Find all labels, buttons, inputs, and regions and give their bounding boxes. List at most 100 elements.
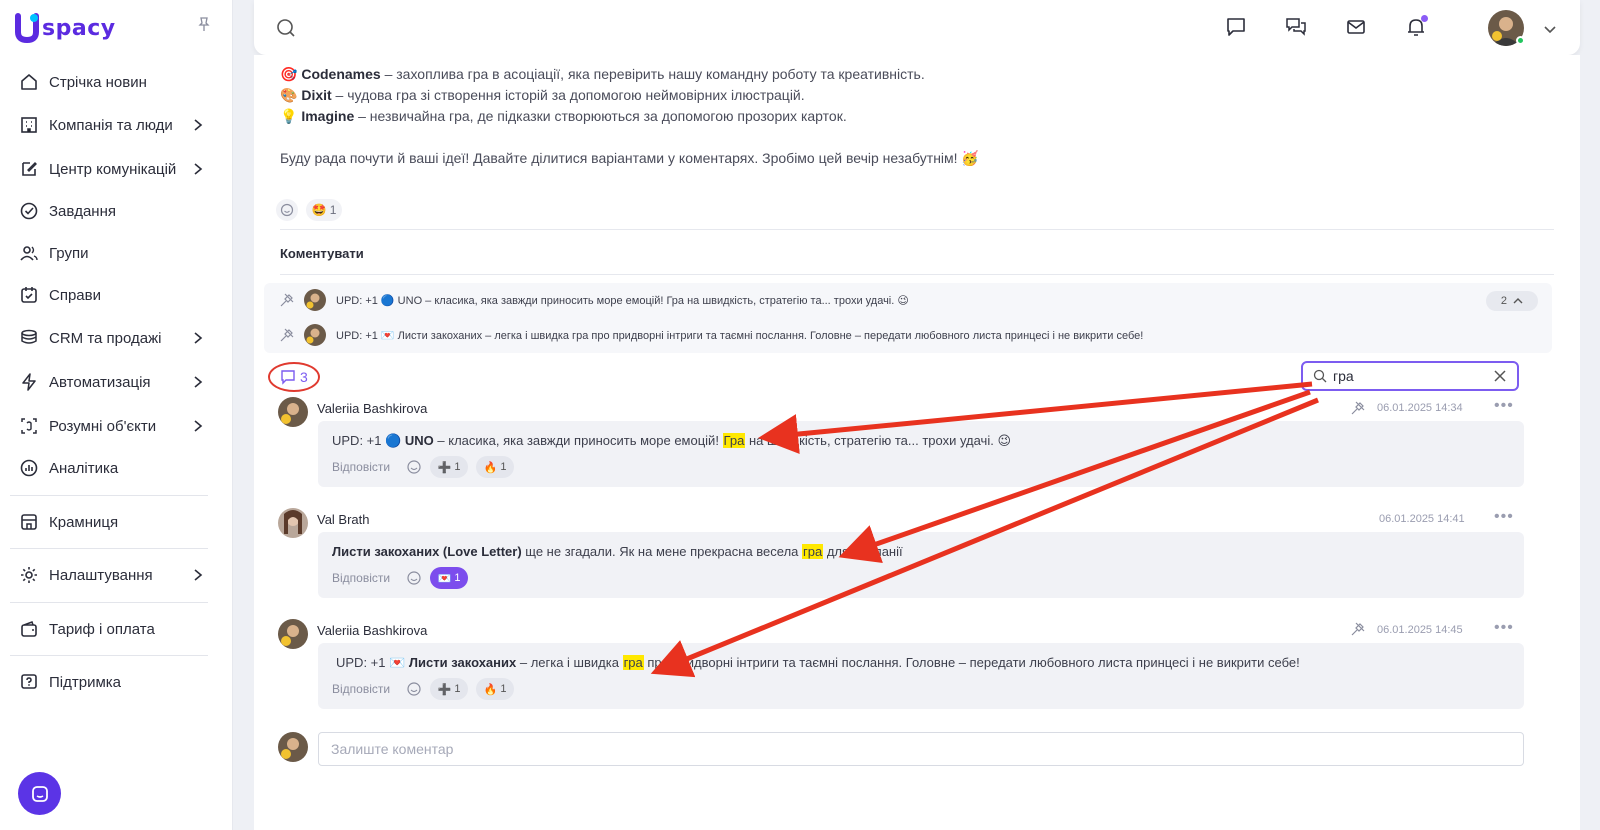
reply-button[interactable]: Відповісти <box>332 460 390 474</box>
comment-author[interactable]: Valeriia Bashkirova <box>317 623 427 638</box>
reaction-chip[interactable]: ➕ 1 <box>430 456 468 478</box>
mail-icon[interactable] <box>1344 15 1368 39</box>
more-options-button[interactable]: ••• <box>1494 397 1514 415</box>
comment-bold: Листи закоханих (Love Letter) <box>332 544 522 559</box>
sidebar-item-company-people[interactable]: Компанія та люди <box>10 107 215 143</box>
comment-bubble: UPD: +1 🔵 UNO – класика, яка завжди прин… <box>318 421 1524 487</box>
sidebar-item-communications[interactable]: Центр комунікацій <box>10 151 215 187</box>
comment-text: UPD: +1 🔵 UNO – класика, яка завжди прин… <box>332 433 1011 449</box>
pin-icon[interactable] <box>1351 401 1365 415</box>
logo[interactable]: spacy <box>14 12 116 44</box>
add-reaction-icon[interactable] <box>406 570 422 586</box>
search-match-highlight: Гра <box>722 433 746 448</box>
game-title: Codenames <box>301 66 381 82</box>
reaction-chip[interactable]: 🔥 1 <box>476 456 514 478</box>
post-line: 💡 Imagine – незвичайна гра, де підказки … <box>280 108 847 125</box>
avatar[interactable] <box>278 619 308 649</box>
reply-button[interactable]: Відповісти <box>332 571 390 585</box>
reaction-chip-active[interactable]: 💌 1 <box>430 567 468 589</box>
sidebar-item-cases[interactable]: Справи <box>10 277 215 313</box>
pinned-comment[interactable]: UPD: +1 🔵 UNO – класика, яка завжди прин… <box>280 288 909 312</box>
sidebar-item-billing[interactable]: Тариф і оплата <box>10 611 215 647</box>
search-icon[interactable] <box>276 18 296 38</box>
avatar[interactable] <box>278 397 308 427</box>
avatar <box>304 289 326 311</box>
post-detail: 🎯 Codenames – захоплива гра в асоціації,… <box>254 55 1580 830</box>
add-reaction-icon[interactable] <box>406 459 422 475</box>
bell-icon[interactable] <box>1404 15 1428 39</box>
pin-sidebar-icon[interactable] <box>196 16 212 32</box>
reply-button[interactable]: Відповісти <box>332 682 390 696</box>
building-icon <box>18 114 40 136</box>
comment-bold: Листи закоханих <box>408 655 517 670</box>
more-options-button[interactable]: ••• <box>1494 619 1514 637</box>
game-description: – чудова гра зі створення історій за доп… <box>331 87 805 103</box>
chevron-down-icon[interactable] <box>1538 17 1562 41</box>
calendar-check-icon <box>18 284 40 306</box>
add-reaction-icon[interactable] <box>406 681 422 697</box>
sidebar-item-support[interactable]: Підтримка <box>10 664 215 700</box>
pinned-comment-text: UPD: +1 🔵 UNO – класика, яка завжди прин… <box>336 294 909 307</box>
sidebar-divider <box>10 548 208 549</box>
sidebar-item-news-feed[interactable]: Стрічка новин <box>10 64 215 100</box>
chart-icon <box>18 457 40 479</box>
comment-compose[interactable] <box>318 732 1524 766</box>
pinned-count: 2 <box>1500 295 1507 307</box>
reaction-emoji: 🤩 <box>311 203 327 217</box>
sidebar-item-smart-objects[interactable]: Розумні об'єкти <box>10 408 215 444</box>
sidebar: spacy Стрічка новин Компанія та люди Цен… <box>0 0 233 830</box>
avatar <box>304 324 326 346</box>
reaction-count: 1 <box>500 461 507 473</box>
edit-icon <box>18 158 40 180</box>
chevron-right-icon <box>194 376 203 388</box>
comment-input[interactable] <box>319 733 1523 765</box>
sidebar-item-label: Справи <box>49 286 101 304</box>
comments-title: Коментувати <box>280 246 364 261</box>
comment-search-toggle[interactable]: 3 <box>268 362 320 392</box>
emoji: 🎯 <box>280 66 298 82</box>
more-options-button[interactable]: ••• <box>1494 508 1514 526</box>
reaction-chip[interactable]: 🔥 1 <box>476 678 514 700</box>
pin-icon <box>280 293 294 307</box>
sidebar-divider <box>10 602 208 603</box>
game-description: – незвичайна гра, де підказки створюютьс… <box>354 108 847 124</box>
comment-text-part: – класика, яка завжди приносить море емо… <box>433 433 723 448</box>
divider <box>280 274 1554 275</box>
sidebar-item-tasks[interactable]: Завдання <box>10 193 215 229</box>
sidebar-item-label: Крамниця <box>49 513 119 531</box>
avatar[interactable] <box>278 508 308 538</box>
sidebar-item-crm[interactable]: CRM та продажі <box>10 320 215 356</box>
sidebar-item-groups[interactable]: Групи <box>10 235 215 271</box>
sidebar-item-store[interactable]: Крамниця <box>10 504 215 540</box>
pin-icon[interactable] <box>1351 622 1365 636</box>
sidebar-item-label: Автоматизація <box>49 373 151 391</box>
comment-search-box[interactable] <box>1301 361 1519 391</box>
comment-text-part: на швидкість, стратегію та... трохи удач… <box>745 433 1011 448</box>
pinned-comments: UPD: +1 🔵 UNO – класика, яка завжди прин… <box>264 283 1552 353</box>
add-reaction-button[interactable] <box>276 199 298 221</box>
emoji: 🎨 <box>280 87 298 103</box>
support-chat-button[interactable] <box>18 772 61 815</box>
sidebar-item-analytics[interactable]: Аналітика <box>10 450 215 486</box>
emoji: 💡 <box>280 108 298 124</box>
divider <box>280 229 1554 230</box>
sidebar-item-label: Завдання <box>49 202 116 220</box>
pinned-collapse-button[interactable]: 2 <box>1486 291 1538 311</box>
close-icon[interactable] <box>1493 369 1507 383</box>
sidebar-item-automation[interactable]: Автоматизація <box>10 364 215 400</box>
comment-author[interactable]: Valeriia Bashkirova <box>317 401 427 416</box>
reaction-emoji: ➕ <box>437 461 452 474</box>
reaction-count: 1 <box>329 203 337 217</box>
messages-icon[interactable] <box>1224 15 1248 39</box>
pinned-comment[interactable]: UPD: +1 💌 Листи закоханих – легка і швид… <box>280 323 1143 347</box>
reaction-chip[interactable]: 🤩 1 <box>306 199 342 221</box>
pinned-comment-text: UPD: +1 💌 Листи закоханих – легка і швид… <box>336 329 1144 342</box>
chats-icon[interactable] <box>1284 15 1308 39</box>
search-match-highlight: гра <box>622 655 644 670</box>
reaction-chip[interactable]: ➕ 1 <box>430 678 468 700</box>
comment-author[interactable]: Val Brath <box>317 512 370 527</box>
sidebar-item-settings[interactable]: Налаштування <box>10 557 215 593</box>
post-line: 🎨 Dixit – чудова гра зі створення історі… <box>280 87 805 104</box>
comment-search-input[interactable] <box>1333 368 1483 384</box>
chevron-up-icon <box>1513 298 1523 304</box>
